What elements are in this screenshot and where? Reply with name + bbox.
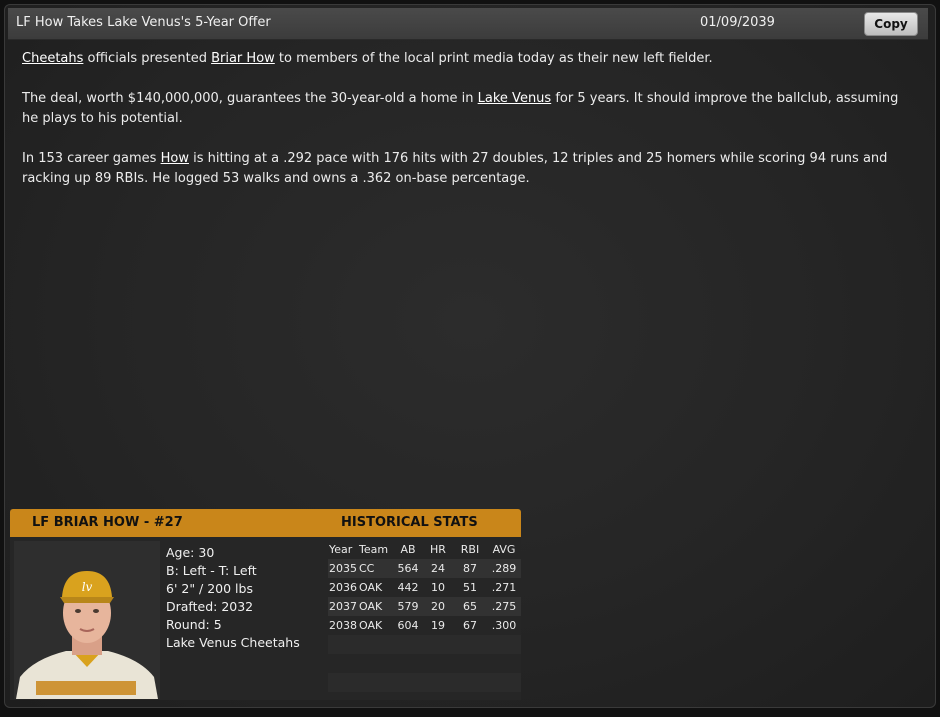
column-header: Team	[359, 543, 389, 556]
empty-row	[328, 673, 521, 692]
cell-team: OAK	[359, 581, 383, 594]
table-row: 2037 OAK 579 20 65 .275	[328, 597, 521, 616]
bio-bats-throws: B: Left - T: Left	[166, 563, 257, 578]
copy-button[interactable]: Copy	[864, 12, 918, 36]
cell-hr: 24	[431, 562, 445, 575]
bio-round: Round: 5	[166, 617, 222, 632]
player-card-header: LF BRIAR HOW - #27 HISTORICAL STATS	[10, 509, 521, 537]
cell-rbi: 51	[463, 581, 477, 594]
bio-size: 6' 2" / 200 lbs	[166, 581, 253, 596]
column-header: AB	[400, 543, 416, 556]
table-row: 2038 OAK 604 19 67 .300	[328, 616, 521, 635]
column-header: AVG	[492, 543, 516, 556]
cell-avg: .271	[491, 581, 517, 594]
table-row: 2035 CC 564 24 87 .289	[328, 559, 521, 578]
cell-team: OAK	[359, 619, 383, 632]
column-header: HR	[430, 543, 446, 556]
paragraph-1: Cheetahs officials presented Briar How t…	[22, 49, 912, 69]
player-title[interactable]: LF BRIAR HOW - #27	[32, 515, 183, 530]
cell-team: CC	[359, 562, 375, 575]
table-row: 2036 OAK 442 10 51 .271	[328, 578, 521, 597]
cell-rbi: 65	[463, 600, 477, 613]
player-card: LF BRIAR HOW - #27 HISTORICAL STATS lv A…	[10, 509, 521, 700]
cell-avg: .300	[491, 619, 517, 632]
empty-row	[328, 654, 521, 673]
cell-year: 2035	[329, 562, 357, 575]
cell-year: 2038	[329, 619, 357, 632]
cell-hr: 19	[431, 619, 445, 632]
bio-team: Lake Venus Cheetahs	[166, 635, 300, 650]
cell-year: 2037	[329, 600, 357, 613]
cell-avg: .275	[491, 600, 517, 613]
text: In 153 career games	[22, 151, 161, 166]
cell-hr: 10	[431, 581, 445, 594]
article-body: Cheetahs officials presented Briar How t…	[22, 49, 912, 209]
player-portrait-icon: lv	[14, 541, 160, 699]
svg-text:lv: lv	[82, 580, 93, 594]
cell-rbi: 67	[463, 619, 477, 632]
cell-team: OAK	[359, 600, 383, 613]
cell-hr: 20	[431, 600, 445, 613]
cell-avg: .289	[491, 562, 517, 575]
text: officials presented	[83, 51, 212, 66]
bio-age: Age: 30	[166, 545, 215, 560]
headline: LF How Takes Lake Venus's 5-Year Offer	[16, 15, 271, 30]
cell-ab: 604	[397, 619, 419, 632]
text: to members of the local print media toda…	[274, 51, 713, 66]
paragraph-2: The deal, worth $140,000,000, guarantees…	[22, 89, 912, 129]
paragraph-3: In 153 career games How is hitting at a …	[22, 149, 912, 189]
stats-header-row: Year Team AB HR RBI AVG	[328, 540, 521, 559]
player-link[interactable]: Briar How	[211, 51, 275, 66]
cell-ab: 579	[397, 600, 419, 613]
player-bio: Age: 30 B: Left - T: Left 6' 2" / 200 lb…	[166, 544, 300, 652]
team-link[interactable]: Cheetahs	[22, 51, 83, 66]
column-header: RBI	[460, 543, 480, 556]
cell-year: 2036	[329, 581, 357, 594]
historical-stats-title: HISTORICAL STATS	[341, 515, 478, 530]
text: The deal, worth $140,000,000, guarantees…	[22, 91, 478, 106]
historical-stats-table: Year Team AB HR RBI AVG 2035 CC 564 24 8…	[328, 540, 521, 692]
city-link[interactable]: Lake Venus	[478, 91, 552, 106]
cell-rbi: 87	[463, 562, 477, 575]
title-bar: LF How Takes Lake Venus's 5-Year Offer 0…	[8, 8, 928, 40]
cell-ab: 442	[397, 581, 419, 594]
article-date: 01/09/2039	[700, 15, 775, 30]
empty-row	[328, 635, 521, 654]
player-photo[interactable]: lv	[14, 541, 160, 699]
bio-drafted: Drafted: 2032	[166, 599, 254, 614]
player-link[interactable]: How	[161, 151, 189, 166]
cell-ab: 564	[397, 562, 419, 575]
column-header: Year	[329, 543, 353, 556]
